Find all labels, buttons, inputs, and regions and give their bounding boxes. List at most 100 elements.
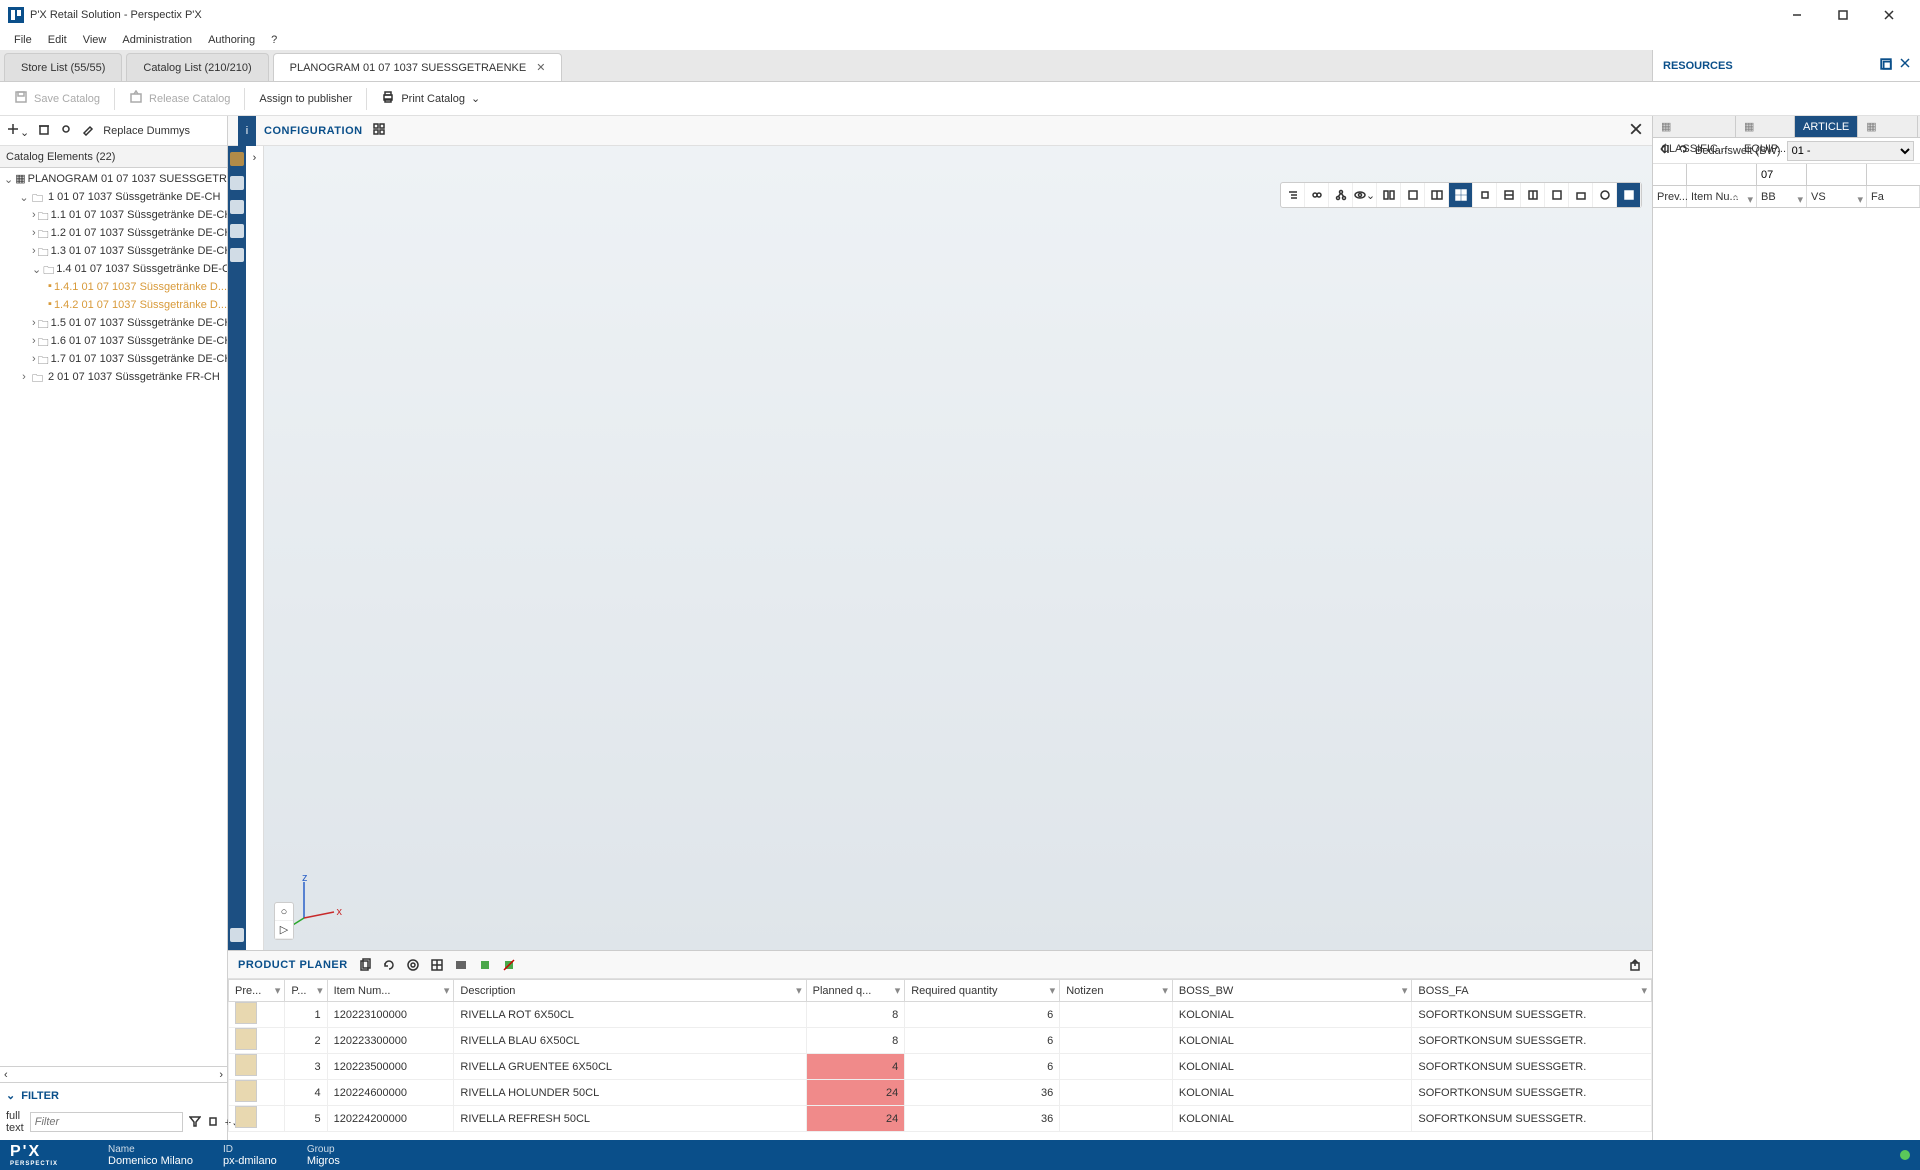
filter-icon[interactable]: ▾: [796, 984, 802, 997]
tree-view-icon[interactable]: [1281, 183, 1305, 207]
planer-col[interactable]: Description▾: [454, 980, 806, 1002]
fa-filter-input[interactable]: [1867, 164, 1920, 185]
play-icon[interactable]: ▷: [275, 921, 293, 939]
resource-tab[interactable]: ARTICLE: [1795, 116, 1858, 137]
eye-icon[interactable]: ⌄: [1353, 183, 1377, 207]
tree-node[interactable]: ⌄🗀1 01 07 1037 Süssgetränke DE-CH: [0, 188, 227, 206]
print-catalog-button[interactable]: Print Catalog ⌄: [367, 82, 494, 116]
planer-row[interactable]: 1 120223100000 RIVELLA ROT 6X50CL 8 6 KO…: [229, 1002, 1652, 1028]
filter-icon[interactable]: ▾: [275, 984, 281, 997]
tree-node[interactable]: ⌄▦PLANOGRAM 01 07 1037 SUESSGETRAENKE...: [0, 170, 227, 188]
cell-notes[interactable]: [1060, 1054, 1173, 1080]
menu-edit[interactable]: Edit: [40, 32, 75, 48]
tool-icon[interactable]: [1569, 183, 1593, 207]
assign-publisher-button[interactable]: Assign to publisher: [245, 82, 366, 116]
tree-node[interactable]: ▪1.4.2 01 07 1037 Süssgetränke D...: [0, 296, 227, 314]
resource-tab[interactable]: ▦ EQUIP...: [1736, 116, 1795, 137]
col-item[interactable]: Item Nu...▾⌃: [1687, 186, 1757, 207]
tree-node[interactable]: ›🗀1.3 01 07 1037 Süssgetränke DE-CH S...: [0, 242, 227, 260]
tree-node[interactable]: ›🗀1.6 01 07 1037 Süssgetränke DE-CH S...: [0, 332, 227, 350]
planer-row[interactable]: 2 120223300000 RIVELLA BLAU 6X50CL 8 6 K…: [229, 1028, 1652, 1054]
twisty-icon[interactable]: ›: [32, 209, 36, 221]
export-icon[interactable]: [1628, 958, 1642, 972]
menu-help[interactable]: ?: [263, 32, 285, 48]
resource-tab[interactable]: ▦ CATAL...: [1858, 116, 1918, 137]
tool-icon[interactable]: [1521, 183, 1545, 207]
planer-col[interactable]: BOSS_BW▾: [1172, 980, 1412, 1002]
filter-icon[interactable]: ▾: [317, 984, 323, 997]
tree-node[interactable]: ›🗀1.5 01 07 1037 Süssgetränke DE-CH S...: [0, 314, 227, 332]
tool-icon[interactable]: [1497, 183, 1521, 207]
planer-row[interactable]: 4 120224600000 RIVELLA HOLUNDER 50CL 24 …: [229, 1080, 1652, 1106]
menu-file[interactable]: File: [6, 32, 40, 48]
dock-icon[interactable]: [1880, 58, 1892, 73]
preview-filter-input[interactable]: [1653, 164, 1687, 185]
filter-select[interactable]: 01 -: [1787, 141, 1914, 161]
cell-notes[interactable]: [1060, 1002, 1173, 1028]
planer-col[interactable]: BOSS_FA▾: [1412, 980, 1652, 1002]
resource-rows[interactable]: [1653, 208, 1920, 1140]
release-catalog-button[interactable]: Release Catalog: [115, 82, 244, 116]
hierarchy-icon[interactable]: [1329, 183, 1353, 207]
refresh-icon[interactable]: [382, 958, 396, 972]
planer-col[interactable]: Required quantity▾: [905, 980, 1060, 1002]
brush-icon[interactable]: [81, 122, 95, 139]
copy-icon[interactable]: [358, 958, 372, 972]
grid-icon[interactable]: [373, 123, 385, 138]
col-bb[interactable]: BB▾: [1757, 186, 1807, 207]
add-button[interactable]: ⌄: [6, 122, 29, 139]
item-filter-input[interactable]: [1687, 164, 1757, 185]
cell-notes[interactable]: [1060, 1106, 1173, 1132]
tree-node[interactable]: ⌄🗀1.4 01 07 1037 Süssgetränke DE-CH S...: [0, 260, 227, 278]
close-config-icon[interactable]: [1630, 123, 1642, 138]
close-panel-icon[interactable]: [1900, 58, 1910, 73]
vs-filter-input[interactable]: [1807, 164, 1867, 185]
twisty-icon[interactable]: ›: [32, 335, 36, 347]
highlight-off-icon[interactable]: [502, 958, 516, 972]
chevron-down-icon[interactable]: ⌄: [6, 1089, 15, 1102]
filter-icon[interactable]: ▾: [1402, 984, 1408, 997]
filter-active-icon[interactable]: ▾: [1797, 189, 1803, 211]
catalog-tree[interactable]: ⌄▦PLANOGRAM 01 07 1037 SUESSGETRAENKE...…: [0, 168, 227, 619]
bb-filter-input[interactable]: [1757, 164, 1807, 185]
highlight-icon[interactable]: [478, 958, 492, 972]
tab-planogram[interactable]: PLANOGRAM 01 07 1037 SUESSGETRAENKE✕: [273, 53, 563, 81]
planer-row[interactable]: 5 120224200000 RIVELLA REFRESH 50CL 24 3…: [229, 1106, 1652, 1132]
col-fa[interactable]: Fa: [1867, 186, 1920, 207]
tree-node[interactable]: ▪1.4.1 01 07 1037 Süssgetränke D...: [0, 278, 227, 296]
twisty-icon[interactable]: ›: [32, 245, 36, 257]
planer-col[interactable]: Planned q...▾: [806, 980, 905, 1002]
3d-viewport[interactable]: ⌄: [264, 146, 1652, 950]
cell-notes[interactable]: [1060, 1028, 1173, 1054]
filter-icon[interactable]: [189, 1115, 201, 1130]
sidetab-item[interactable]: [230, 176, 244, 190]
tree-node[interactable]: ›🗀1.7 01 07 1037 Süssgetränke DE-CH S...: [0, 350, 227, 368]
delete-icon[interactable]: [37, 122, 51, 139]
expand-handle[interactable]: ›: [246, 146, 264, 950]
planer-table[interactable]: Pre...▾P...▾Item Num...▾Description▾Plan…: [228, 979, 1652, 1140]
tool-icon[interactable]: [1545, 183, 1569, 207]
twisty-icon[interactable]: ⌄: [4, 173, 13, 186]
planer-col[interactable]: P...▾: [285, 980, 327, 1002]
replace-dummys-button[interactable]: Replace Dummys: [103, 125, 190, 137]
sidetab-item[interactable]: [230, 248, 244, 262]
twisty-icon[interactable]: ⌄: [32, 263, 41, 276]
twisty-icon[interactable]: ›: [18, 371, 30, 383]
sidetab-item[interactable]: [230, 152, 244, 166]
planer-col[interactable]: Item Num...▾: [327, 980, 454, 1002]
twisty-icon[interactable]: ›: [32, 353, 36, 365]
close-button[interactable]: [1866, 0, 1912, 30]
sidetab-item[interactable]: [230, 224, 244, 238]
print-icon[interactable]: [230, 928, 244, 942]
menu-view[interactable]: View: [75, 32, 115, 48]
record-icon[interactable]: ○: [275, 903, 293, 921]
gear-icon[interactable]: [406, 958, 420, 972]
info-icon[interactable]: i: [238, 116, 256, 146]
filter-input[interactable]: [30, 1112, 183, 1132]
twisty-icon[interactable]: ›: [32, 227, 36, 239]
resource-tab[interactable]: ▦ CLASSIFIC...: [1653, 116, 1736, 137]
menu-administration[interactable]: Administration: [114, 32, 200, 48]
menu-authoring[interactable]: Authoring: [200, 32, 263, 48]
tree-node[interactable]: ›🗀1.2 01 07 1037 Süssgetränke DE-CH S...: [0, 224, 227, 242]
refresh-icon[interactable]: [1677, 143, 1689, 158]
